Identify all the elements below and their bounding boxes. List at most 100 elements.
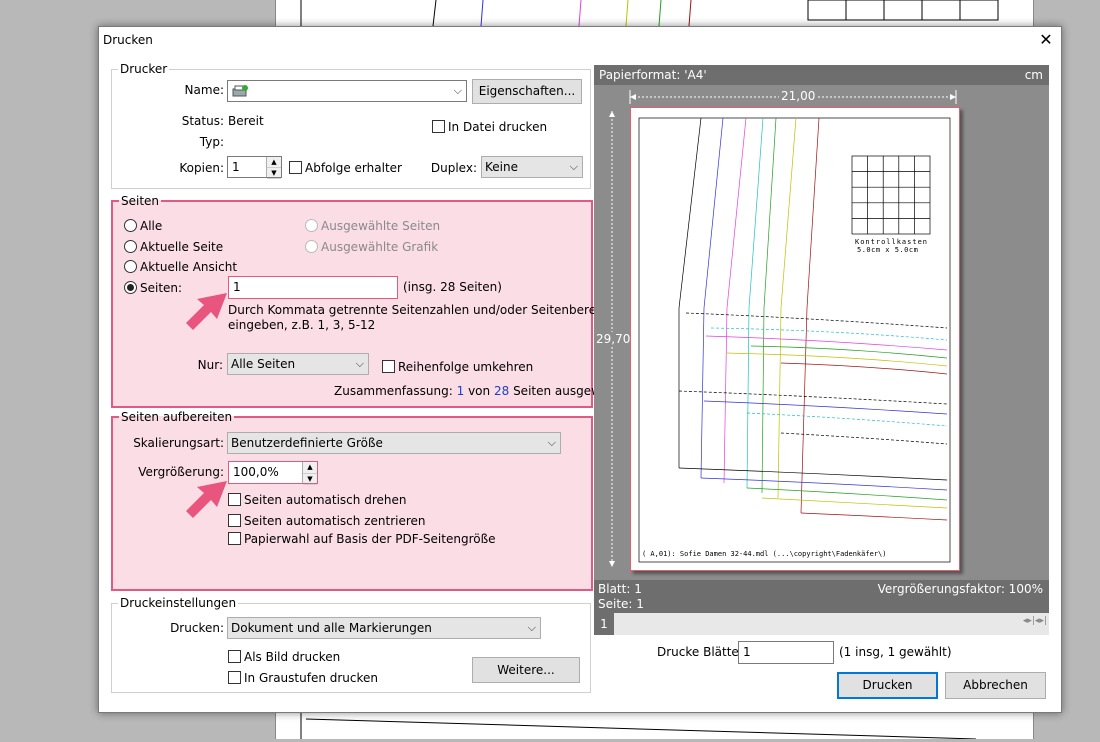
height-label: 29,70 xyxy=(596,332,631,346)
collate-checkbox[interactable] xyxy=(289,161,302,174)
duplex-value: Keine xyxy=(485,160,518,174)
radio-current-page[interactable] xyxy=(124,240,137,253)
summary-text: Zusammenfassung: 1 von 28 Seiten ausgewä… xyxy=(334,384,624,398)
print-dialog: Drucken ✕ Drucker Name: ⌵ Eigenschaften.… xyxy=(98,26,1062,713)
status-value: Bereit xyxy=(228,114,264,128)
printer-group-legend: Drucker xyxy=(120,62,168,76)
scroll-thumb[interactable]: 1 xyxy=(594,613,614,635)
summary-prefix: Zusammenfassung: xyxy=(334,384,453,398)
print-sheets-note: (1 insg, 1 gewählt) xyxy=(839,645,952,659)
reverse-order-checkbox[interactable] xyxy=(382,360,395,373)
properties-button[interactable]: Eigenschaften... xyxy=(472,79,582,104)
print-what-value: Dokument und alle Markierungen xyxy=(231,621,432,635)
more-button[interactable]: Weitere... xyxy=(472,657,580,683)
paper-by-pdf-checkbox[interactable] xyxy=(228,532,241,545)
only-select[interactable]: Alle Seiten ⌵ xyxy=(227,353,369,375)
copies-value: 1 xyxy=(232,160,240,174)
radio-current-view[interactable] xyxy=(124,260,137,273)
radio-selected-pages[interactable] xyxy=(305,219,318,232)
chevron-down-icon: ⌵ xyxy=(547,436,556,449)
copies-label: Kopien: xyxy=(179,161,224,175)
summary-selected: 1 xyxy=(456,384,465,398)
print-what-select[interactable]: Dokument und alle Markierungen ⌵ xyxy=(227,617,541,639)
duplex-label: Duplex: xyxy=(430,161,477,175)
print-to-file-checkbox[interactable] xyxy=(432,120,445,133)
preview-header: Papierformat: 'A4' cm xyxy=(594,65,1049,85)
auto-rotate-label: Seiten automatisch drehen xyxy=(244,493,407,507)
summary-of: von xyxy=(468,384,491,398)
radio-selected-pages-label: Ausgewählte Seiten xyxy=(321,219,441,233)
chevron-down-icon: ⌵ xyxy=(527,621,536,634)
radio-selected-graphic-label: Ausgewählte Grafik xyxy=(321,240,439,254)
preview-scrollbar[interactable]: 1 ◂▸|◂▸| xyxy=(594,613,1049,635)
printer-name-select[interactable]: ⌵ xyxy=(227,80,467,102)
printer-icon xyxy=(232,84,248,97)
print-what-label: Drucken: xyxy=(170,621,224,635)
control-box-label-line2: 5.0cm x 5.0cm xyxy=(857,246,919,254)
chevron-up-icon: ▲ xyxy=(303,462,317,474)
page-processing-legend: Seiten aufbereiten xyxy=(121,410,233,424)
control-box-label-line1: Kontrollkasten xyxy=(855,238,929,246)
page-footer-text: ( A,01): Sofie Damen 32-44.mdl (...\copy… xyxy=(642,550,887,558)
print-sheets-label: Drucke Blätter: xyxy=(657,645,748,659)
pages-hint-line2: eingeben, z.B. 1, 3, 5-12 xyxy=(228,318,376,332)
auto-rotate-checkbox[interactable] xyxy=(228,493,241,506)
scale-factor-label: Vergrößerungsfaktor: 100% xyxy=(877,582,1043,596)
chevron-down-icon: ▼ xyxy=(303,474,317,485)
radio-all[interactable] xyxy=(124,219,137,232)
print-preview: Papierformat: 'A4' cm 21,00 29,70 Kontro… xyxy=(594,65,1049,635)
radio-pages-label: Seiten: xyxy=(140,281,183,295)
pages-group-legend: Seiten xyxy=(121,194,160,208)
arrow-annotation-pages xyxy=(186,293,227,330)
only-label: Nur: xyxy=(197,358,223,372)
summary-total: 28 xyxy=(493,384,510,398)
dialog-title: Drucken xyxy=(103,33,153,47)
grayscale-checkbox[interactable] xyxy=(228,671,241,684)
as-image-checkbox[interactable] xyxy=(228,650,241,663)
reverse-order-label: Reihenfolge umkehren xyxy=(398,360,534,374)
print-to-file-label: In Datei drucken xyxy=(448,120,548,134)
zoom-stepper[interactable]: ▲ ▼ xyxy=(302,462,317,485)
cancel-button[interactable]: Abbrechen xyxy=(945,672,1046,699)
print-settings-legend: Druckeinstellungen xyxy=(120,596,237,610)
pattern-preview-drawing xyxy=(638,117,951,563)
radio-pages[interactable] xyxy=(124,281,137,294)
chevron-down-icon: ⌵ xyxy=(453,84,462,97)
status-label: Status: xyxy=(181,114,224,128)
zoom-input[interactable]: 100,0% ▲ ▼ xyxy=(228,461,318,485)
copies-stepper[interactable]: ▲ ▼ xyxy=(266,157,281,179)
auto-center-label: Seiten automatisch zentrieren xyxy=(244,514,426,528)
duplex-select[interactable]: Keine ⌵ xyxy=(481,156,583,178)
grayscale-label: In Graustufen drucken xyxy=(244,671,379,685)
chevron-down-icon: ⌵ xyxy=(569,160,578,173)
scroll-nav-icon[interactable]: ◂▸|◂▸| xyxy=(1023,616,1047,626)
paper-page: Kontrollkasten 5.0cm x 5.0cm ( A,01): So… xyxy=(630,107,960,571)
width-label: 21,00 xyxy=(779,89,818,103)
unit-label: cm xyxy=(1024,68,1043,82)
zoom-value: 100,0% xyxy=(233,465,279,479)
collate-label: Abfolge erhalter xyxy=(305,161,402,175)
chevron-up-icon: ▲ xyxy=(267,157,281,168)
radio-all-label: Alle xyxy=(140,219,163,233)
chevron-down-icon: ⌵ xyxy=(355,357,364,370)
print-sheets-input[interactable]: 1 xyxy=(738,641,834,664)
auto-center-checkbox[interactable] xyxy=(228,514,241,527)
type-label: Typ: xyxy=(199,135,224,149)
copies-input[interactable]: 1 ▲ ▼ xyxy=(227,156,282,179)
sheet-label: Blatt: 1 xyxy=(598,582,642,596)
print-button[interactable]: Drucken xyxy=(837,672,938,699)
close-button[interactable]: ✕ xyxy=(1034,29,1058,51)
total-pages-note: (insg. 28 Seiten) xyxy=(403,280,502,294)
pages-hint-line1: Durch Kommata getrennte Seitenzahlen und… xyxy=(228,303,622,317)
control-grid xyxy=(851,155,931,235)
scaling-select[interactable]: Benutzerdefinierte Größe ⌵ xyxy=(227,432,561,454)
scaling-value: Benutzerdefinierte Größe xyxy=(231,436,383,450)
radio-current-view-label: Aktuelle Ansicht xyxy=(140,260,238,274)
radio-selected-graphic[interactable] xyxy=(305,240,318,253)
pages-range-input[interactable]: 1 xyxy=(228,276,398,299)
radio-current-page-label: Aktuelle Seite xyxy=(140,240,224,254)
preview-footer: Blatt: 1 Seite: 1 Vergrößerungsfaktor: 1… xyxy=(594,580,1049,613)
chevron-down-icon: ▼ xyxy=(267,168,281,179)
page-label: Seite: 1 xyxy=(598,597,644,611)
printer-name-label: Name: xyxy=(184,83,224,97)
